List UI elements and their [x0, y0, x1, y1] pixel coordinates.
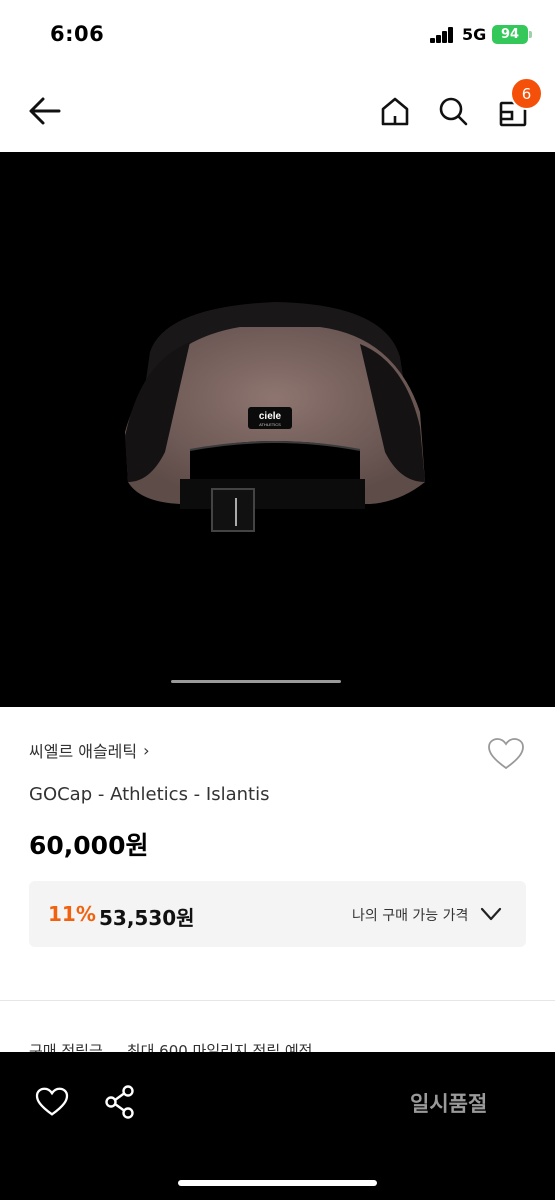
chevron-right-icon: ›: [143, 740, 150, 760]
share-icon: [105, 1085, 134, 1119]
battery-level: 94: [500, 27, 520, 42]
brand-link[interactable]: 씨엘르 애슬레틱 ›: [29, 738, 150, 762]
section-divider: [0, 1000, 555, 1001]
carousel-indicator: [171, 680, 341, 683]
network-type: 5G: [462, 25, 487, 44]
home-indicator: [178, 1180, 377, 1186]
home-button[interactable]: [372, 88, 418, 134]
status-bar: 6:06 5G 94: [0, 0, 555, 70]
discount-rate: 11%: [48, 902, 96, 926]
product-name: GOCap - Athletics - Islantis: [29, 784, 270, 805]
my-price-panel[interactable]: 11% 53,530원 나의 구매 가능 가격: [29, 881, 526, 947]
status-time: 6:06: [50, 22, 105, 46]
discount-price: 53,530원: [99, 906, 195, 930]
signal-icon: [430, 27, 456, 43]
arrow-left-icon: [29, 97, 61, 125]
battery-icon: 94: [492, 25, 528, 44]
brand-logo: ciele: [259, 411, 282, 422]
top-nav: [0, 70, 555, 152]
search-button[interactable]: [430, 88, 476, 134]
brand-logo-sub: ATHLETICS: [259, 422, 281, 427]
product-price: 60,000원: [29, 831, 149, 860]
cap-illustration: ciele ATHLETICS: [125, 302, 425, 532]
search-icon: [439, 97, 468, 126]
battery-tip: [529, 31, 532, 38]
brand-name: 씨엘르 애슬레틱: [29, 742, 138, 761]
wishlist-button[interactable]: [486, 734, 526, 774]
like-button[interactable]: [32, 1082, 72, 1122]
bottom-action-bar: 일시품절: [0, 1052, 555, 1200]
chevron-down-icon: [480, 907, 502, 921]
heart-icon: [488, 738, 524, 770]
back-button[interactable]: [22, 88, 68, 134]
my-price-label: 나의 구매 가능 가격: [352, 908, 469, 924]
home-icon: [381, 97, 409, 126]
share-button[interactable]: [100, 1082, 140, 1122]
heart-icon: [35, 1087, 69, 1116]
product-image[interactable]: ciele ATHLETICS: [0, 152, 555, 707]
soldout-button[interactable]: 일시품절: [410, 1088, 487, 1118]
cart-count-badge: 6: [510, 77, 543, 110]
